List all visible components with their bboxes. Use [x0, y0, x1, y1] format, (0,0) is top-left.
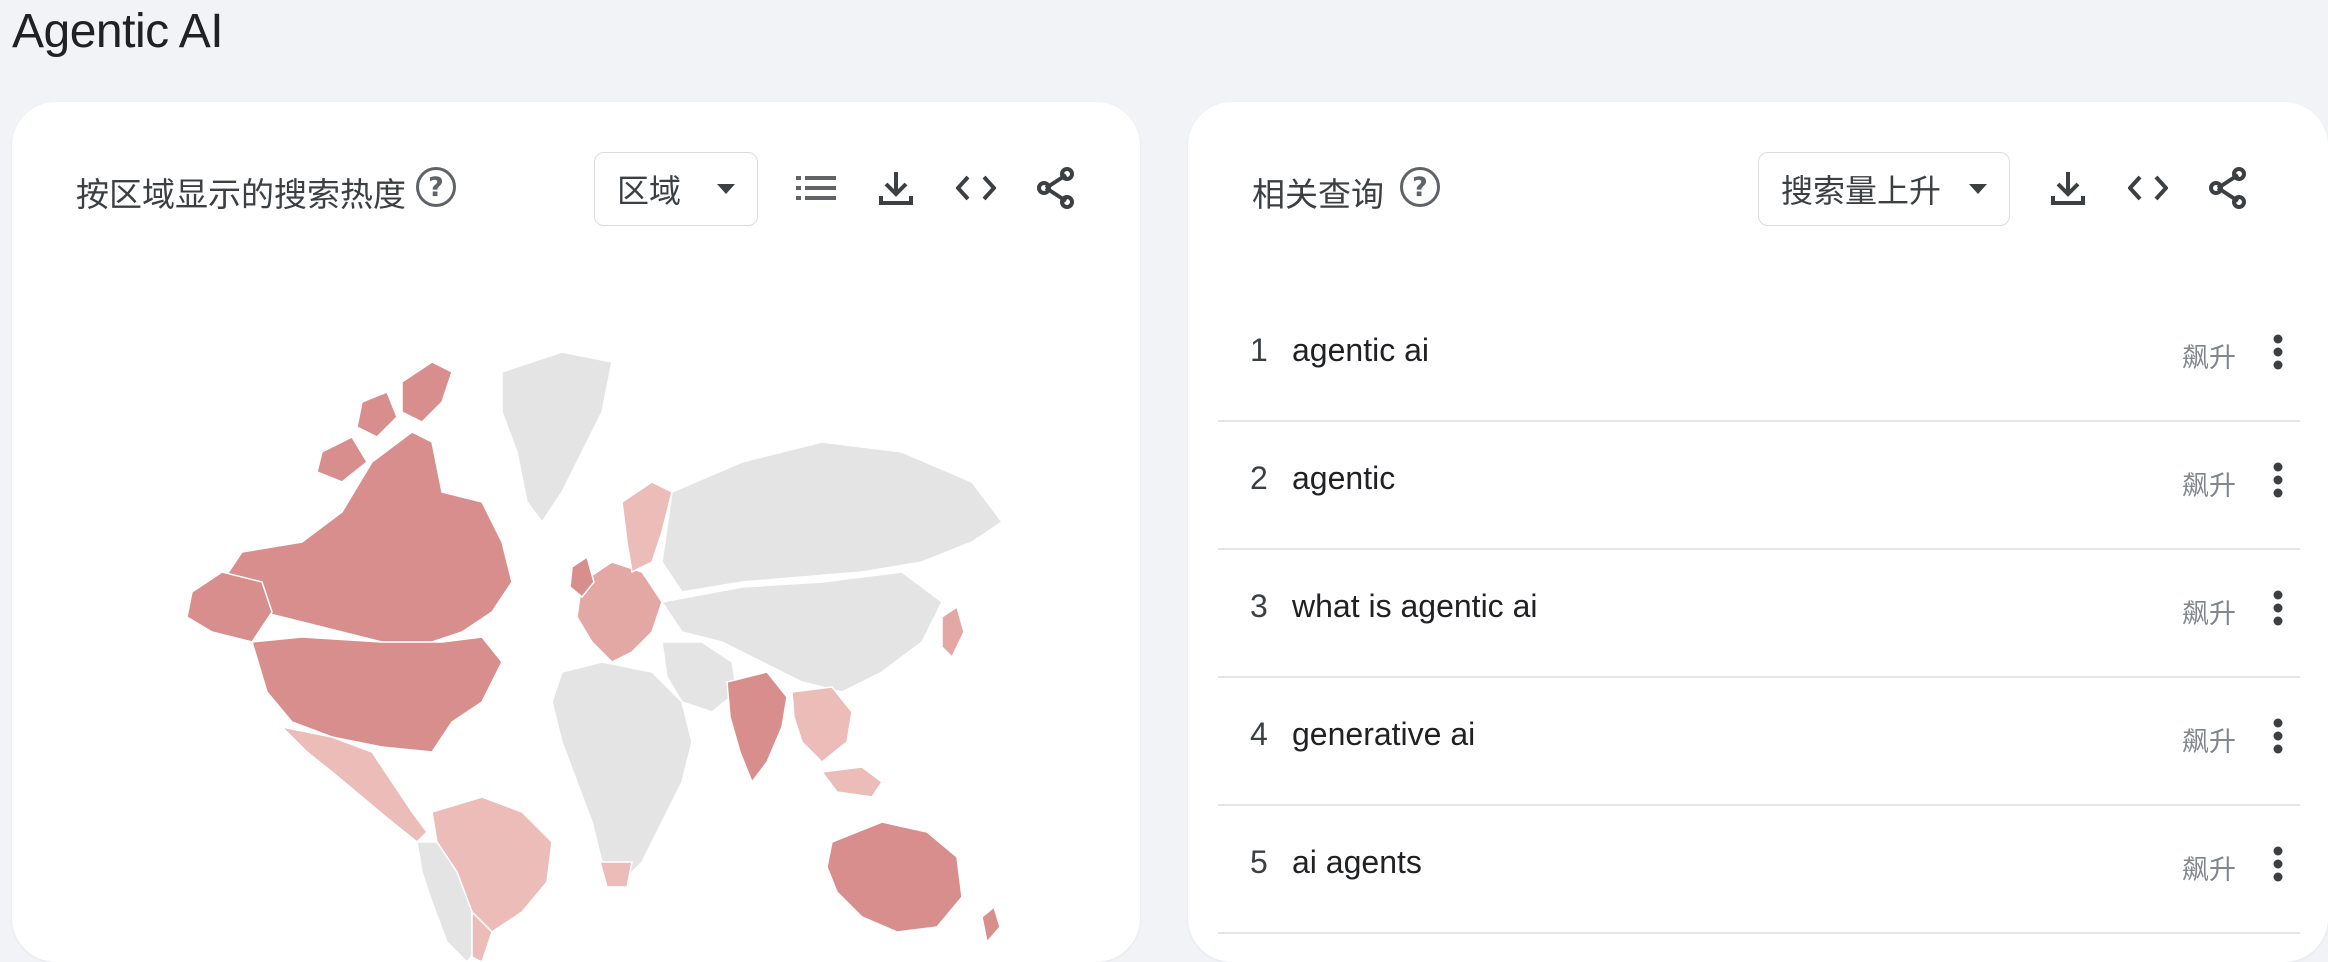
map-region-south-africa	[599, 861, 633, 888]
list-icon[interactable]	[790, 162, 842, 214]
map-region-new-zealand	[981, 905, 1001, 944]
related-queries-card: 相关查询 ? 搜索量上升 1 agentic ai 飙升 2 agentic 飙…	[1188, 102, 2328, 962]
embed-code-icon[interactable]	[2122, 162, 2174, 214]
map-region-greenland	[501, 351, 613, 524]
query-text[interactable]: agentic ai	[1292, 332, 1429, 369]
query-text[interactable]: ai agents	[1292, 844, 1422, 881]
query-status-badge: 飙升	[2182, 471, 2236, 502]
related-queries-title: 相关查询	[1252, 175, 1384, 214]
related-queries-list: 1 agentic ai 飙升 2 agentic 飙升 3 what is a…	[1218, 294, 2300, 934]
share-icon[interactable]	[2202, 162, 2254, 214]
query-type-dropdown-value: 搜索量上升	[1781, 172, 1942, 210]
map-region-india	[726, 671, 788, 784]
more-vert-icon[interactable]	[2262, 842, 2294, 886]
query-text[interactable]: what is agentic ai	[1292, 588, 1537, 625]
help-circle-icon[interactable]: ?	[1400, 167, 1440, 207]
query-rank: 3	[1250, 588, 1268, 624]
world-map[interactable]	[182, 342, 1002, 962]
query-type-dropdown[interactable]: 搜索量上升	[1758, 152, 2010, 226]
map-region-alaska	[186, 571, 273, 643]
more-vert-icon[interactable]	[2262, 458, 2294, 502]
query-rank: 2	[1250, 460, 1268, 496]
query-row[interactable]: 5 ai agents 飙升	[1218, 806, 2300, 934]
caret-down-icon	[1969, 184, 1987, 194]
query-rank: 1	[1250, 332, 1268, 368]
query-status-badge: 飙升	[2182, 343, 2236, 374]
more-vert-icon[interactable]	[2262, 330, 2294, 374]
help-circle-icon[interactable]: ?	[416, 167, 456, 207]
region-interest-card: 按区域显示的搜索热度 ? 区域	[12, 102, 1140, 962]
caret-down-icon	[717, 184, 735, 194]
query-status-badge: 飙升	[2182, 727, 2236, 758]
query-text[interactable]: generative ai	[1292, 716, 1475, 753]
map-region-southeast-asia	[791, 686, 853, 764]
map-region-australia	[826, 821, 963, 933]
more-vert-icon[interactable]	[2262, 586, 2294, 630]
more-vert-icon[interactable]	[2262, 714, 2294, 758]
query-rank: 4	[1250, 716, 1268, 752]
download-icon[interactable]	[2042, 162, 2094, 214]
map-region-japan	[941, 605, 965, 659]
page-title: Agentic AI	[12, 5, 224, 58]
region-level-dropdown-value: 区域	[617, 172, 682, 210]
query-rank: 5	[1250, 844, 1268, 880]
query-text[interactable]: agentic	[1292, 460, 1395, 497]
region-level-dropdown[interactable]: 区域	[594, 152, 758, 226]
query-row[interactable]: 1 agentic ai 飙升	[1218, 294, 2300, 422]
map-region-africa	[551, 661, 693, 884]
query-status-badge: 飙升	[2182, 855, 2236, 886]
region-card-title: 按区域显示的搜索热度	[76, 175, 406, 214]
download-icon[interactable]	[870, 162, 922, 214]
embed-code-icon[interactable]	[950, 162, 1002, 214]
query-row[interactable]: 2 agentic 飙升	[1218, 422, 2300, 550]
query-status-badge: 飙升	[2182, 599, 2236, 630]
query-row[interactable]: 4 generative ai 飙升	[1218, 678, 2300, 806]
share-icon[interactable]	[1030, 162, 1082, 214]
query-row[interactable]: 3 what is agentic ai 飙升	[1218, 550, 2300, 678]
map-region-russia	[661, 441, 1002, 593]
